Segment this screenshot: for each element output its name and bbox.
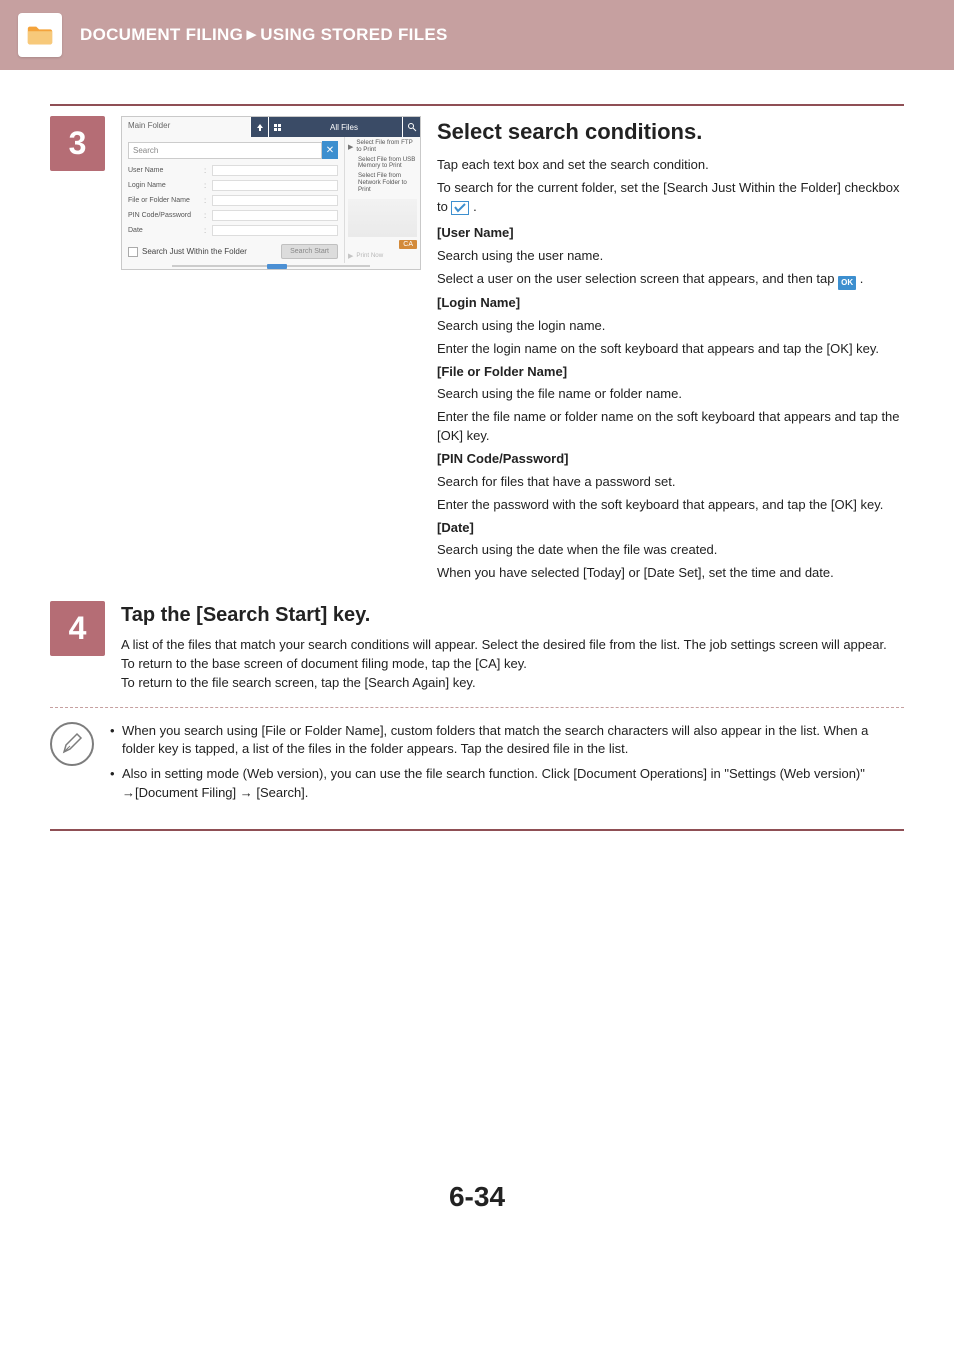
file-folder-text-2: Enter the file name or folder name on th… xyxy=(437,408,904,446)
step4-heading: Tap the [Search Start] key. xyxy=(121,601,904,630)
pencil-note-icon xyxy=(50,722,94,766)
mock-all-files-button[interactable]: All Files xyxy=(286,117,402,137)
step3-p1: Tap each text box and set the search con… xyxy=(437,156,904,175)
step4-instructions: Tap the [Search Start] key. A list of th… xyxy=(121,601,904,693)
mock-search-start-button[interactable]: Search Start xyxy=(281,244,338,259)
mock-user-name-label: User Name xyxy=(128,167,200,174)
section-top-rule xyxy=(50,104,904,106)
mock-search-within-checkbox[interactable] xyxy=(128,247,138,257)
search-screen-mock: Main Folder All Files Search ✕ User Name… xyxy=(121,116,421,270)
note-2: Also in setting mode (Web version), you … xyxy=(110,765,904,803)
pin-heading: [PIN Code/Password] xyxy=(437,450,904,469)
checkbox-checked-icon xyxy=(451,201,469,215)
mock-search-input[interactable]: Search xyxy=(128,142,322,159)
mock-search-within-label: Search Just Within the Folder xyxy=(142,247,247,256)
mock-up-button[interactable] xyxy=(250,117,268,137)
login-name-text-1: Search using the login name. xyxy=(437,317,904,336)
mock-date-field[interactable] xyxy=(212,225,338,236)
dashed-separator xyxy=(50,707,904,708)
mock-right-panel-fill xyxy=(348,199,417,237)
date-text-1: Search using the date when the file was … xyxy=(437,541,904,560)
play-icon: ▶ xyxy=(348,143,353,151)
mock-main-folder-label: Main Folder xyxy=(122,117,250,137)
pin-text-1: Search for files that have a password se… xyxy=(437,473,904,492)
mock-usb-link[interactable]: Select File from USB Memory to Print xyxy=(358,157,417,171)
mock-slider[interactable] xyxy=(122,263,420,269)
header-title: DOCUMENT FILING►USING STORED FILES xyxy=(80,25,448,45)
step-number-3: 3 xyxy=(50,116,105,171)
mock-file-folder-field[interactable] xyxy=(212,195,338,206)
login-name-heading: [Login Name] xyxy=(437,294,904,313)
user-name-heading: [User Name] xyxy=(437,224,904,243)
date-text-2: When you have selected [Today] or [Date … xyxy=(437,564,904,583)
mock-user-name-field[interactable] xyxy=(212,165,338,176)
date-heading: [Date] xyxy=(437,519,904,538)
step3-instructions: Select search conditions. Tap each text … xyxy=(437,116,904,587)
close-icon[interactable]: ✕ xyxy=(322,141,338,159)
mock-ftp-link[interactable]: Select File from FTP to Print xyxy=(356,140,417,154)
step-number-4: 4 xyxy=(50,601,105,656)
mock-pin-field[interactable] xyxy=(212,210,338,221)
play-icon: ▶ xyxy=(348,252,353,260)
mock-net-link[interactable]: Select File from Network Folder to Print xyxy=(358,173,417,193)
mock-login-name-field[interactable] xyxy=(212,180,338,191)
step-3: 3 Main Folder All Files Search ✕ User Na… xyxy=(50,116,904,587)
page-number: 6-34 xyxy=(0,1181,954,1243)
file-folder-text-1: Search using the file name or folder nam… xyxy=(437,385,904,404)
section-bottom-rule xyxy=(50,829,904,831)
page-header: DOCUMENT FILING►USING STORED FILES xyxy=(0,0,954,70)
step3-p2: To search for the current folder, set th… xyxy=(437,179,904,217)
step3-heading: Select search conditions. xyxy=(437,116,904,148)
file-folder-heading: [File or Folder Name] xyxy=(437,363,904,382)
note-1: When you search using [File or Folder Na… xyxy=(110,722,904,760)
mock-ca-button[interactable]: CA xyxy=(399,240,417,249)
mock-grid-button[interactable] xyxy=(268,117,286,137)
notes-section: When you search using [File or Folder Na… xyxy=(50,722,904,809)
step4-p3: To return to the file search screen, tap… xyxy=(121,674,904,693)
mock-date-label: Date xyxy=(128,227,200,234)
mock-toolbar: Main Folder All Files xyxy=(122,117,420,137)
login-name-text-2: Enter the login name on the soft keyboar… xyxy=(437,340,904,359)
mock-print-now-link[interactable]: Print Now xyxy=(356,253,383,260)
pin-text-2: Enter the password with the soft keyboar… xyxy=(437,496,904,515)
ok-badge-icon: OK xyxy=(838,276,856,290)
search-icon[interactable] xyxy=(402,117,420,137)
step-4: 4 Tap the [Search Start] key. A list of … xyxy=(50,601,904,693)
mock-pin-label: PIN Code/Password xyxy=(128,212,200,219)
step4-p1: A list of the files that match your sear… xyxy=(121,636,904,655)
step4-p2: To return to the base screen of document… xyxy=(121,655,904,674)
user-name-text-1: Search using the user name. xyxy=(437,247,904,266)
mock-file-folder-label: File or Folder Name xyxy=(128,197,200,204)
folder-icon xyxy=(18,13,62,57)
mock-login-name-label: Login Name xyxy=(128,182,200,189)
user-name-text-2: Select a user on the user selection scre… xyxy=(437,270,904,290)
